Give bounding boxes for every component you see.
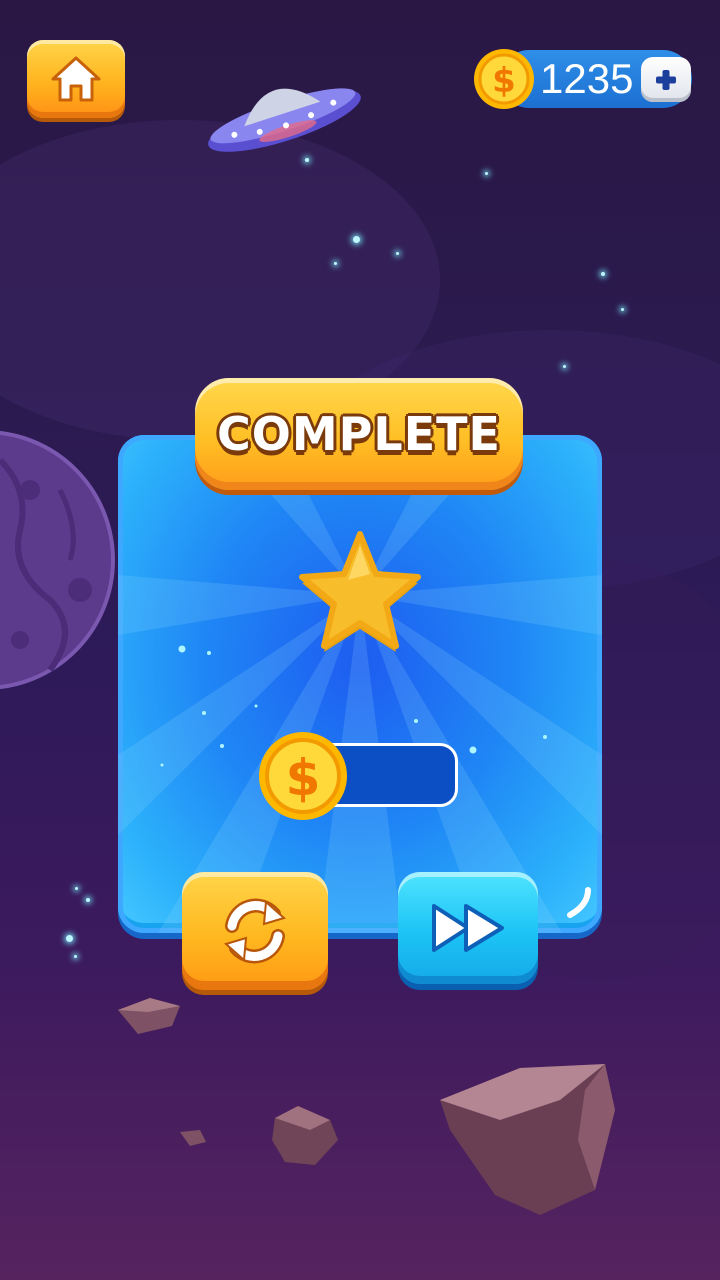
planet-decoration (0, 430, 115, 690)
reward-amount-value (350, 748, 450, 802)
title-text: COMPLETE (217, 407, 501, 461)
home-button[interactable] (27, 40, 125, 118)
home-icon (51, 56, 101, 102)
star-rating-icon (299, 531, 421, 652)
next-level-button[interactable] (398, 872, 538, 984)
ufo-decoration (208, 88, 361, 152)
svg-text:$: $ (286, 749, 321, 807)
replay-button[interactable] (182, 872, 328, 990)
title-banner: COMPLETE (195, 378, 523, 490)
rocks-decoration (118, 998, 615, 1215)
coin-count: 1235 (540, 55, 634, 102)
coin-icon: $ (259, 732, 347, 820)
fast-forward-icon (432, 904, 504, 952)
add-coins-button[interactable] (641, 57, 691, 102)
refresh-icon (223, 898, 287, 964)
plus-icon (656, 69, 676, 90)
svg-text:$: $ (492, 61, 516, 101)
light-rays-decoration (118, 435, 602, 933)
level-complete-panel (118, 435, 602, 933)
coin-icon: $ (474, 49, 534, 109)
